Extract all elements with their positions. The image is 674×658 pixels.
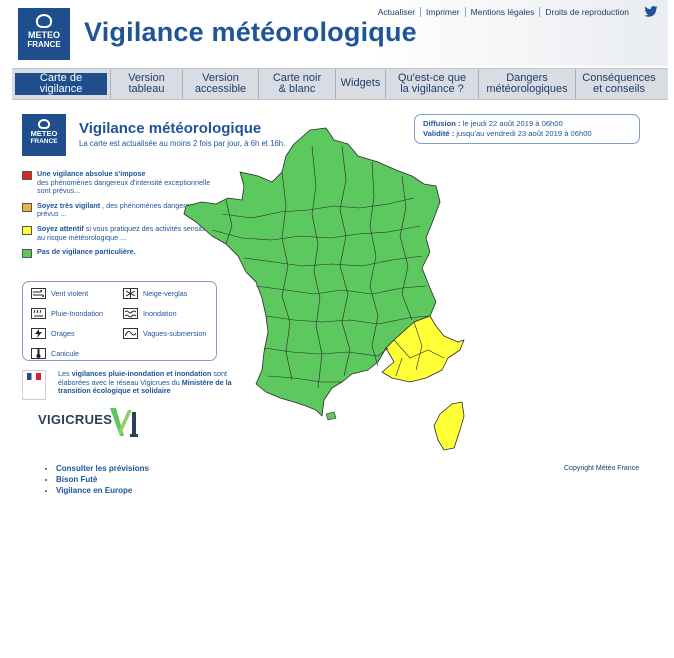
tab-label: Qu'est-ce que la vigilance ? [397, 71, 467, 95]
main-nav: Carte de vigilance Version tableau Versio… [12, 68, 668, 100]
island-green [325, 411, 337, 421]
top-links: Actualiser Imprimer Mentions légales Dro… [373, 6, 658, 17]
tab-label: Version accessible [194, 71, 247, 95]
tab-label: Dangers météorologiques [486, 71, 568, 95]
green-swatch [22, 249, 32, 259]
tab-version-tableau[interactable]: Version tableau [110, 69, 182, 99]
flood-icon [123, 308, 138, 319]
meteo-france-logo[interactable]: METEO FRANCE [18, 8, 70, 60]
rain-icon [31, 308, 46, 319]
phenomenon-vent-violent: Vent violent [31, 288, 88, 299]
link-actualiser[interactable]: Actualiser [373, 7, 420, 17]
tab-label: Carte noir & blanc [272, 71, 322, 95]
wind-icon [31, 288, 46, 299]
tab-consequences-et-conseils[interactable]: Conséquences et conseils [575, 69, 662, 99]
bottom-links: Consulter les prévisions Bison Futé Vigi… [46, 463, 149, 496]
red-swatch [22, 171, 32, 180]
republique-francaise-logo [22, 370, 46, 400]
link-bison-fute[interactable]: Bison Futé [56, 474, 149, 485]
logo-mark-icon [38, 119, 50, 129]
link-consulter-previsions[interactable]: Consulter les prévisions [56, 463, 149, 474]
phenomenon-inondation: Inondation [123, 308, 177, 319]
tab-qu-est-ce-que-la-vigilance[interactable]: Qu'est-ce que la vigilance ? [385, 69, 478, 99]
phenomenon-canicule: Canicule [31, 348, 79, 359]
phenomenon-pluie-inondation: Pluie-Inondation [31, 308, 103, 319]
tab-label: Widgets [340, 77, 381, 90]
tab-version-accessible[interactable]: Version accessible [182, 69, 258, 99]
corsica-yellow[interactable] [433, 401, 465, 451]
tab-label: Version tableau [128, 71, 165, 95]
tab-widgets[interactable]: Widgets [335, 69, 385, 99]
wave-icon [123, 328, 138, 339]
logo-text-meteo: METEO [27, 30, 60, 40]
copyright: Copyright Météo France [564, 465, 640, 472]
france-vigilance-map[interactable] [182, 126, 472, 462]
meteo-france-logo-small: METEO FRANCE [22, 114, 66, 156]
link-vigilance-europe[interactable]: Vigilance en Europe [56, 485, 149, 496]
tab-label: Carte de vigilance [39, 71, 83, 95]
logo-text-france: FRANCE [27, 40, 61, 49]
tab-carte-noir-blanc[interactable]: Carte noir & blanc [258, 69, 335, 99]
phenomenon-neige-verglas: Neige-verglas [123, 288, 187, 299]
site-title: Vigilance météorologique [84, 17, 417, 47]
phenomenon-orages: Orages [31, 328, 75, 339]
snow-icon [123, 288, 138, 299]
vigicrues-mark-icon[interactable] [108, 404, 144, 440]
orange-swatch [22, 202, 32, 212]
tab-label: Conséquences et conseils [582, 71, 656, 95]
logo-mark-icon [36, 14, 52, 28]
link-mentions-legales[interactable]: Mentions légales [464, 6, 540, 17]
tab-dangers-meteorologiques[interactable]: Dangers météorologiques [478, 69, 575, 99]
link-droits-reproduction[interactable]: Droits de reproduction [539, 6, 634, 17]
logo-text-meteo: METEO [30, 129, 58, 138]
vigicrues-logo-text[interactable]: VIGICRUES [38, 412, 112, 427]
tab-carte-de-vigilance[interactable]: Carte de vigilance [15, 71, 107, 95]
site-header: METEO FRANCE Vigilance météorologique Ac… [12, 0, 668, 66]
yellow-swatch [22, 225, 32, 235]
twitter-bird-icon[interactable] [644, 6, 658, 17]
link-imprimer[interactable]: Imprimer [420, 6, 465, 17]
thermometer-icon [31, 348, 46, 359]
logo-text-france: FRANCE [30, 138, 58, 145]
lightning-icon [31, 328, 46, 339]
